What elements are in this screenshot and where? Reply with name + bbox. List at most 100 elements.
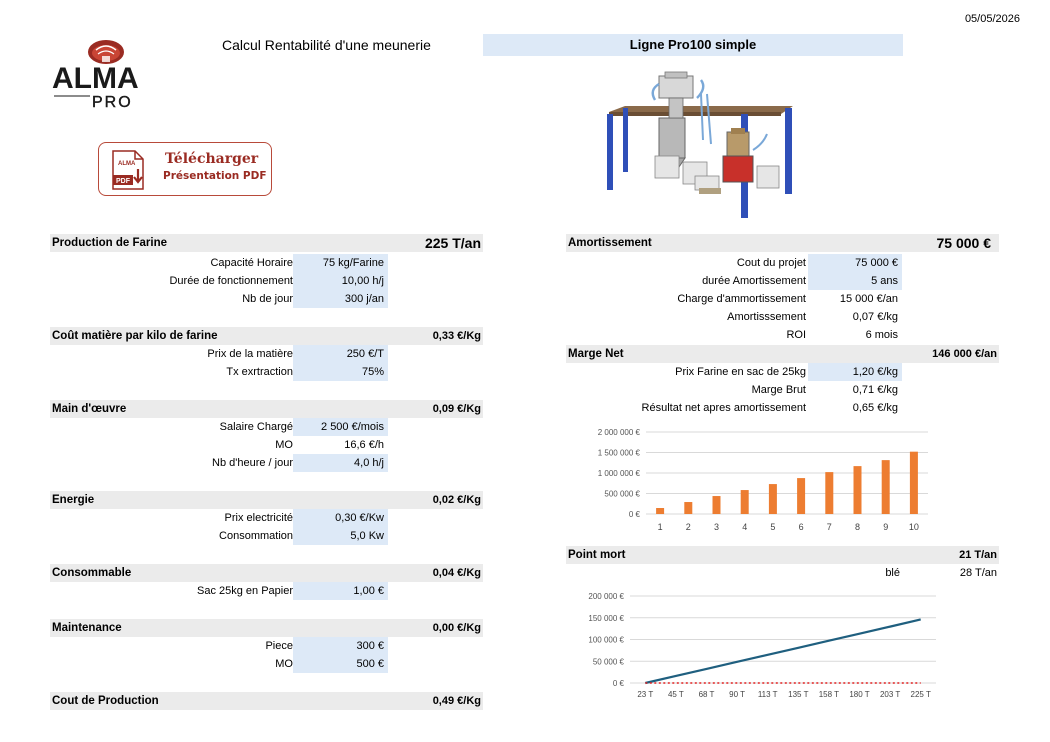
param-row: Consommation 5,0 Kw [50,527,390,545]
x-tick-label: 4 [742,522,747,532]
param-row: blé 28 T/an [566,564,999,582]
gross-margin-value: 0,71 €/kg [852,384,898,396]
x-tick-label: 7 [827,522,832,532]
electricity-price-input[interactable]: 0,30 €/Kw [293,509,388,527]
x-tick-label: 8 [855,522,860,532]
maintenance-labor-input[interactable]: 500 € [293,655,388,673]
page-title: Calcul Rentabilité d'une meunerie [222,37,431,53]
net-margin-header: Marge Net 146 000 €/an [566,345,999,363]
bar [881,460,890,514]
download-pdf-button[interactable]: ALMA PDF Télécharger Présentation PDF [98,142,272,196]
param-row: durée Amortissement 5 ans [566,272,906,290]
row-label: Cout du projet [736,257,806,269]
flour-price-input[interactable]: 1,20 €/kg [808,363,902,381]
row-label: durée Amortissement [702,275,806,287]
production-header: Production de Farine 225 T/an [50,234,483,252]
param-row: Nb d'heure / jour 4,0 h/j [50,454,390,472]
row-label: MO [275,439,293,451]
y-tick-label: 0 € [629,510,641,519]
pdf-icon-label: PDF [116,178,131,185]
consumption-input[interactable]: 5,0 Kw [293,527,388,545]
hours-per-day-input[interactable]: 4,0 h/j [293,454,388,472]
download-subtitle: Présentation PDF [163,170,267,182]
x-tick-label: 1 [658,522,663,532]
section-title: Coût matière par kilo de farine [52,330,218,342]
row-label: ROI [786,329,806,341]
break-even-line-chart: 200 000 € 150 000 € 100 000 € 50 000 € 0 € 23… [588,592,936,699]
y-tick-label: 1 000 000 € [598,469,641,478]
labor-header: Main d'œuvre 0,09 €/Kg [50,400,483,418]
revenue-series-line [645,618,921,685]
material-price-input[interactable]: 250 €/T [293,345,388,363]
section-title: Cout de Production [52,695,159,707]
x-tick-label: 45 T [668,690,684,699]
logo-brand-text: ALMA [52,62,139,95]
amortization-per-kg-value: 0,07 €/kg [852,311,898,323]
row-label: Amortisssement [727,311,806,323]
section-value: 0,04 €/Kg [432,567,481,579]
extraction-rate-input[interactable]: 75% [293,363,388,381]
bar [797,478,806,514]
parts-cost-input[interactable]: 300 € [293,637,388,655]
labor-hourly-value: 16,6 €/h [344,439,384,451]
y-tick-label: 2 000 000 € [598,428,641,437]
x-tick-label: 225 T [911,690,931,699]
bar [853,466,862,514]
param-row: Prix de la matière 250 €/T [50,345,390,363]
hourly-capacity-input[interactable]: 75 kg/Farine [293,254,388,272]
y-tick-label: 200 000 € [588,592,624,601]
salary-input[interactable]: 2 500 €/mois [293,418,388,436]
row-label: Durée de fonctionnement [169,275,293,287]
amortization-duration-input[interactable]: 5 ans [808,272,902,290]
row-label: Tx exrtraction [226,366,293,378]
pdf-icon-brand: ALMA [118,161,136,167]
section-value: 75 000 € [936,235,992,251]
x-tick-label: 90 T [729,690,745,699]
section-value: 225 T/an [424,235,481,251]
section-value: 146 000 €/an [932,348,997,360]
bar [825,472,834,514]
operating-hours-input[interactable]: 10,00 h/j [293,272,388,290]
bar [909,451,918,514]
x-tick-label: 3 [714,522,719,532]
section-value: 0,33 €/Kg [432,330,481,342]
project-cost-input[interactable]: 75 000 € [808,254,902,272]
x-tick-label: 2 [686,522,691,532]
x-tick-label: 203 T [880,690,900,699]
section-title: Marge Net [568,348,624,360]
net-result-value: 0,65 €/kg [852,402,898,414]
line-model-field[interactable]: Ligne Pro100 simple [483,34,903,56]
param-row: Sac 25kg en Papier 1,00 € [50,582,390,600]
row-label: Sac 25kg en Papier [196,585,293,597]
section-title: Main d'œuvre [52,403,127,415]
maintenance-header: Maintenance 0,00 €/Kg [50,619,483,637]
param-row: Cout du projet 75 000 € [566,254,906,272]
row-label: Salaire Chargé [219,421,293,433]
bag-price-input[interactable]: 1,00 € [293,582,388,600]
row-label: Nb d'heure / jour [212,457,293,469]
param-row: Amortisssement 0,07 €/kg [566,308,906,326]
section-value: 0,00 €/Kg [432,622,481,634]
x-tick-label: 135 T [788,690,808,699]
days-input[interactable]: 300 j/an [293,290,388,308]
y-tick-label: 100 000 € [588,636,624,645]
report-date: 05/05/2026 [964,13,1020,25]
logo-emblem-icon [88,40,124,64]
param-row: ROI 6 mois [566,326,906,344]
section-title: Production de Farine [52,237,168,249]
section-title: Consommable [52,567,132,579]
net-margin-bar-chart: 2 000 000 € 1 500 000 € 1 000 000 € 500 000… [598,428,928,532]
param-row: Charge d'ammortissement 15 000 €/an [566,290,906,308]
row-label: Charge d'ammortissement [677,293,806,305]
section-value: 0,49 €/Kg [432,695,481,707]
energy-header: Energie 0,02 €/Kg [50,491,483,509]
row-label: Capacité Horaire [210,257,293,269]
bar [768,484,777,514]
section-title: Energie [52,494,95,506]
row-label: Prix Farine en sac de 25kg [675,366,806,378]
section-title: Point mort [568,549,626,561]
row-label: Consommation [219,530,293,542]
consumable-header: Consommable 0,04 €/Kg [50,564,483,582]
x-tick-label: 23 T [637,690,653,699]
pdf-file-icon: ALMA PDF [112,150,144,190]
